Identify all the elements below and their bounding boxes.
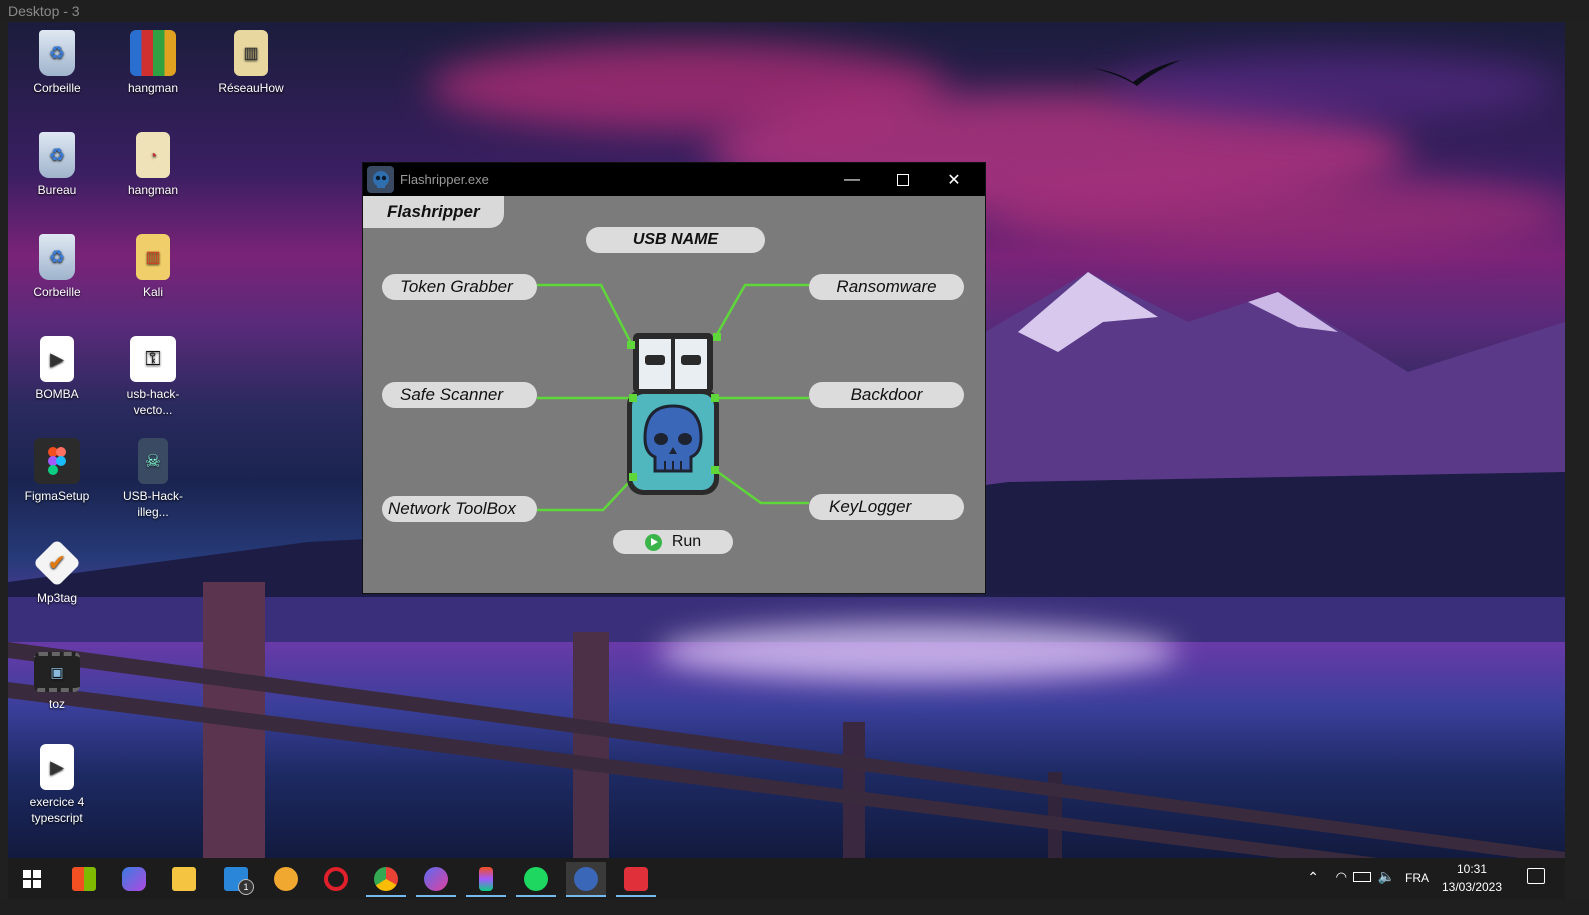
desktop-icon-label: usb-hack-vecto... xyxy=(126,387,180,417)
module-safe-scanner[interactable]: Safe Scanner xyxy=(382,382,537,408)
mp3tag-icon: ✔ xyxy=(32,538,82,588)
desktop-icon-figmasetup[interactable]: FigmaSetup xyxy=(12,438,102,504)
opera-icon xyxy=(324,866,348,891)
flashripper-icon xyxy=(574,866,598,891)
desktop-icon-usb-hack-illegal[interactable]: ☠ USB-Hack-illeg... xyxy=(108,438,198,520)
app-icon xyxy=(624,866,648,891)
desktop-icon-bomba[interactable]: ▶ BOMBA xyxy=(12,336,102,402)
windows-start-icon xyxy=(23,869,41,888)
bird-silhouette xyxy=(1093,60,1181,86)
discord-icon xyxy=(274,866,298,891)
desktop-icon-mp3tag[interactable]: ✔ Mp3tag xyxy=(12,538,102,606)
desktop-icon-label: exercice 4 typescript xyxy=(29,795,85,825)
taskbar-chrome[interactable] xyxy=(366,862,406,897)
recycle-bin-icon: ♻ xyxy=(39,234,75,280)
desktop-icon-toz[interactable]: ▣ toz xyxy=(12,652,102,712)
clock-time[interactable]: 10:31 xyxy=(1441,862,1503,876)
video-thumbnail-icon: ▣ xyxy=(34,652,80,692)
volume-icon[interactable]: 🔈 xyxy=(1378,868,1395,885)
bing-icon xyxy=(122,866,146,891)
desktop-icon-hangman-archive[interactable]: hangman xyxy=(108,30,198,96)
desktop-icon-label: BOMBA xyxy=(35,387,79,401)
taskbar-messenger[interactable] xyxy=(416,862,456,897)
screen-top-bar: Desktop - 3 xyxy=(0,0,1589,22)
usb-skull-icon: ☠ xyxy=(138,438,168,484)
play-icon xyxy=(644,533,662,551)
desktop-icon-label: Kali xyxy=(142,285,163,299)
taskbar-app[interactable] xyxy=(616,862,656,897)
module-backdoor[interactable]: Backdoor xyxy=(809,382,964,408)
zip-folder-icon: ▥ xyxy=(234,30,268,76)
run-button[interactable]: Run xyxy=(613,530,733,554)
video-file-icon: ▶ xyxy=(40,336,74,382)
desktop-icon-corbeille-2[interactable]: ♻ Corbeille xyxy=(12,234,102,300)
clock-date[interactable]: 13/03/2023 xyxy=(1441,880,1503,894)
usb-image-icon: ⚿ xyxy=(130,336,176,382)
zip-folder-icon: ▥ xyxy=(136,234,170,280)
desktop-icon-label: USB-Hack-illeg... xyxy=(122,489,183,519)
messenger-icon xyxy=(424,866,448,891)
module-keylogger[interactable]: KeyLogger xyxy=(809,494,964,520)
pdf-file-icon: ◔ xyxy=(136,132,170,178)
desktop-icon-label: Corbeille xyxy=(33,81,81,95)
winrar-archive-icon xyxy=(130,30,176,76)
usb-skull-device xyxy=(627,333,719,495)
module-ransomware[interactable]: Ransomware xyxy=(809,274,964,300)
taskbar-spotify[interactable] xyxy=(516,862,556,897)
taskbar-mail[interactable]: 1 xyxy=(216,862,256,895)
fence-illustration xyxy=(8,582,1565,858)
desktop-icon-usb-hack-vector[interactable]: ⚿ usb-hack-vecto... xyxy=(108,336,198,418)
file-explorer-icon xyxy=(172,866,196,891)
taskbar-figma[interactable] xyxy=(466,862,506,897)
desktop-icon-label: Bureau xyxy=(37,183,77,197)
module-network-toolbox[interactable]: Network ToolBox xyxy=(382,496,537,522)
desktop-icon-label: RéseauHow xyxy=(218,81,284,95)
module-token-grabber[interactable]: Token Grabber xyxy=(382,274,537,300)
desktop-icon-label: hangman xyxy=(127,183,179,197)
store-icon xyxy=(72,866,96,891)
flashripper-window: Flashripper.exe — ✕ Flashripper USB NAME… xyxy=(363,163,985,593)
start-button[interactable] xyxy=(12,862,52,895)
mail-badge: 1 xyxy=(238,879,254,895)
screen-bottom-bar xyxy=(0,899,1589,915)
usb-name-field[interactable]: USB NAME xyxy=(586,227,765,253)
desktop-icon-label: hangman xyxy=(127,81,179,95)
video-file-icon: ▶ xyxy=(40,744,74,790)
taskbar-opera[interactable] xyxy=(316,862,356,895)
desktop-icon-exercice-4[interactable]: ▶ exercice 4 typescript xyxy=(12,744,102,826)
figma-icon xyxy=(34,438,80,484)
desktop-icon-corbeille[interactable]: ♻ Corbeille xyxy=(12,30,102,96)
notification-center-icon[interactable] xyxy=(1527,868,1545,884)
network-icon[interactable]: ◠ xyxy=(1336,869,1347,885)
desktop-label: Desktop - 3 xyxy=(8,3,80,19)
spotify-icon xyxy=(524,866,548,891)
show-hidden-icons-chevron-icon[interactable]: ⌃ xyxy=(1307,869,1319,886)
taskbar: 1 ⌃ ◠ 🔈 FRA 10:31 13/03/2023 xyxy=(8,858,1565,899)
desktop-icon-label: toz xyxy=(48,697,65,711)
desktop-icon-label: FigmaSetup xyxy=(24,489,90,503)
run-label: Run xyxy=(671,533,702,550)
figma-icon xyxy=(479,866,493,891)
desktop-icon-label: Mp3tag xyxy=(36,591,78,605)
desktop-icon-hangman-pdf[interactable]: ◔ hangman xyxy=(108,132,198,198)
taskbar-bing[interactable] xyxy=(114,862,154,895)
chrome-icon xyxy=(374,866,398,891)
desktop-icon-bureau[interactable]: ♻ Bureau xyxy=(12,132,102,198)
recycle-bin-icon: ♻ xyxy=(39,30,75,76)
taskbar-discord[interactable] xyxy=(266,862,306,895)
battery-icon[interactable] xyxy=(1353,872,1371,882)
taskbar-file-explorer[interactable] xyxy=(164,862,204,895)
desktop-icon-reseauhow[interactable]: ▥ RéseauHow xyxy=(206,30,296,96)
desktop-icon-kali[interactable]: ▥ Kali xyxy=(108,234,198,300)
language-indicator[interactable]: FRA xyxy=(1405,871,1429,885)
desktop-icon-label: Corbeille xyxy=(33,285,81,299)
taskbar-store[interactable] xyxy=(64,862,104,895)
taskbar-flashripper[interactable] xyxy=(566,862,606,897)
recycle-bin-icon: ♻ xyxy=(39,132,75,178)
